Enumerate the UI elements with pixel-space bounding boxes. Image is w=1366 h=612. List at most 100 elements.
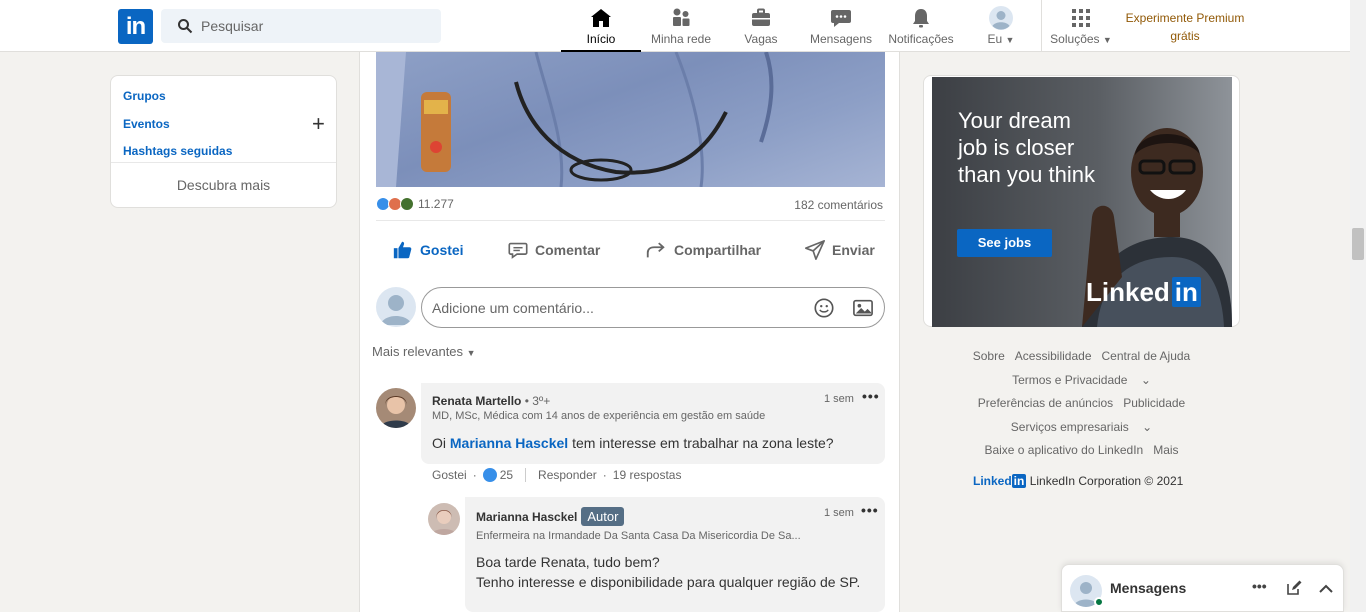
nav-network[interactable]: Minha rede (645, 0, 717, 52)
replies-count[interactable]: 19 respostas (613, 468, 682, 482)
caret-down-icon: ▼ (466, 348, 476, 358)
nav-me[interactable]: Eu ▼ (980, 0, 1022, 52)
comment-input[interactable] (432, 288, 802, 327)
share-icon (646, 242, 665, 258)
support-reaction-icon (400, 197, 414, 211)
footer-copyright: Linked in LinkedIn Corporation © 2021 (973, 474, 1183, 488)
nav-network-label: Minha rede (650, 32, 712, 46)
comment-input-box[interactable] (421, 287, 885, 328)
like-button[interactable]: Gostei (392, 238, 464, 262)
search-input[interactable] (201, 9, 431, 43)
separator-dot: · (602, 468, 607, 482)
grid-icon (1072, 9, 1090, 27)
footer-link-about[interactable]: Sobre (973, 349, 1005, 363)
commenter-name[interactable]: Renata Martello • 3º+ (432, 394, 550, 408)
mention-link[interactable]: Marianna Hasckel (450, 435, 568, 451)
plus-icon[interactable]: + (312, 113, 325, 135)
reactions-summary[interactable]: 11.277 (376, 195, 454, 213)
thumbs-up-icon (393, 241, 412, 259)
discover-more-button[interactable]: Descubra mais (111, 177, 336, 193)
home-icon (591, 9, 611, 27)
footer-link-help[interactable]: Central de Ajuda (1102, 349, 1191, 363)
send-button[interactable]: Enviar (804, 238, 875, 262)
nav-divider (1041, 0, 1042, 52)
linkedin-footer-logo: Linked in (973, 474, 1027, 488)
comment-bubble: Renata Martello • 3º+ MD, MSc, Médica co… (421, 383, 885, 464)
nav-jobs-label: Vagas (744, 32, 778, 46)
separator-dot: · (472, 468, 477, 482)
divider (111, 162, 336, 163)
linkedin-logo[interactable]: in (118, 9, 153, 44)
like-reaction-icon (482, 468, 497, 482)
reply-text-line-2: Tenho interesse e disponibilidade para q… (476, 574, 861, 590)
comment-like-count[interactable]: 25 (500, 468, 513, 482)
share-button[interactable]: Compartilhar (644, 238, 761, 262)
reply-author-name[interactable]: Marianna Hasckel Autor (476, 507, 625, 526)
chevron-down-icon: ▼ (1102, 35, 1112, 45)
nav-home[interactable]: Início (561, 0, 641, 52)
left-community-card: Grupos Eventos + Hashtags seguidas Descu… (110, 75, 337, 208)
more-options-icon[interactable]: ••• (1252, 578, 1267, 594)
footer-link-business[interactable]: Serviços empresariais ⌄ (1006, 420, 1157, 434)
advertisement[interactable]: Your dream job is closer than you think … (932, 77, 1232, 327)
reply-author-avatar[interactable] (428, 503, 460, 535)
emoji-icon[interactable] (813, 297, 835, 319)
groups-link[interactable]: Grupos (123, 89, 166, 103)
send-icon (805, 240, 825, 260)
comment-button[interactable]: Comentar (507, 238, 600, 262)
chevron-down-icon: ⌄ (1142, 419, 1153, 434)
more-options-icon[interactable]: ••• (862, 388, 880, 404)
nav-messaging-label: Mensagens (809, 32, 873, 46)
sort-dropdown[interactable]: Mais relevantes ▼ (372, 344, 476, 359)
premium-link[interactable]: Experimente Premium grátis (1118, 9, 1252, 45)
chevron-up-icon[interactable] (1318, 582, 1334, 594)
nav-home-label: Início (586, 32, 616, 46)
share-label: Compartilhar (674, 242, 762, 258)
nav-solutions[interactable]: Soluções ▼ (1047, 0, 1115, 52)
comments-count[interactable]: 182 comentários (794, 198, 883, 212)
footer-link-more[interactable]: Mais (1153, 443, 1178, 457)
see-jobs-button[interactable]: See jobs (957, 229, 1052, 257)
reply-button[interactable]: Responder (538, 468, 597, 482)
footer-link-accessibility[interactable]: Acessibilidade (1015, 349, 1092, 363)
divider (376, 220, 885, 221)
nav-me-label: Eu ▼ (987, 32, 1015, 46)
nav-jobs[interactable]: Vagas (733, 0, 789, 52)
messaging-icon (831, 10, 851, 27)
comment-label: Comentar (535, 242, 601, 258)
divider (525, 468, 527, 482)
nav-messaging[interactable]: Mensagens (808, 0, 874, 52)
messaging-bar[interactable]: Mensagens ••• (1061, 564, 1344, 612)
online-status-dot (1094, 597, 1104, 607)
bell-icon (913, 9, 929, 28)
nav-solutions-label: Soluções ▼ (1050, 32, 1112, 46)
events-link[interactable]: Eventos (123, 117, 170, 131)
more-options-icon[interactable]: ••• (861, 502, 879, 518)
avatar (989, 6, 1013, 30)
compose-icon[interactable] (1286, 580, 1302, 596)
nav-notifications[interactable]: Notificações (885, 0, 957, 52)
author-badge: Autor (581, 507, 625, 526)
hashtags-link[interactable]: Hashtags seguidas (123, 144, 232, 158)
post-image[interactable] (376, 52, 885, 187)
avatar[interactable] (376, 287, 416, 327)
image-icon[interactable] (852, 298, 874, 318)
commenter-avatar[interactable] (376, 388, 416, 428)
feed-post: 11.277 182 comentários Gostei Comentar C… (359, 52, 900, 612)
reply-author-headline: Enfermeira na Irmandade Da Santa Casa Da… (476, 530, 801, 542)
search-icon (178, 19, 193, 34)
search-box[interactable] (161, 9, 441, 43)
footer-link-ad-preferences[interactable]: Preferências de anúncios (978, 396, 1113, 410)
comment-like-button[interactable]: Gostei (432, 468, 467, 482)
footer-link-terms[interactable]: Termos e Privacidade ⌄ (1007, 373, 1156, 387)
scrollbar-thumb[interactable] (1352, 228, 1364, 260)
footer-link-advertising[interactable]: Publicidade (1123, 396, 1185, 410)
scrollbar[interactable] (1350, 0, 1366, 612)
footer-link-app[interactable]: Baixe o aplicativo do LinkedIn (984, 443, 1143, 457)
commenter-headline: MD, MSc, Médica com 14 anos de experiênc… (432, 410, 766, 422)
reply-time: 1 sem (824, 507, 854, 519)
chevron-down-icon: ⌄ (1140, 372, 1151, 387)
briefcase-icon (752, 8, 770, 26)
reply-bubble: Marianna Hasckel Autor Enfermeira na Irma… (465, 497, 885, 612)
right-footer: Sobre Acessibilidade Central de Ajuda Term… (923, 345, 1240, 463)
